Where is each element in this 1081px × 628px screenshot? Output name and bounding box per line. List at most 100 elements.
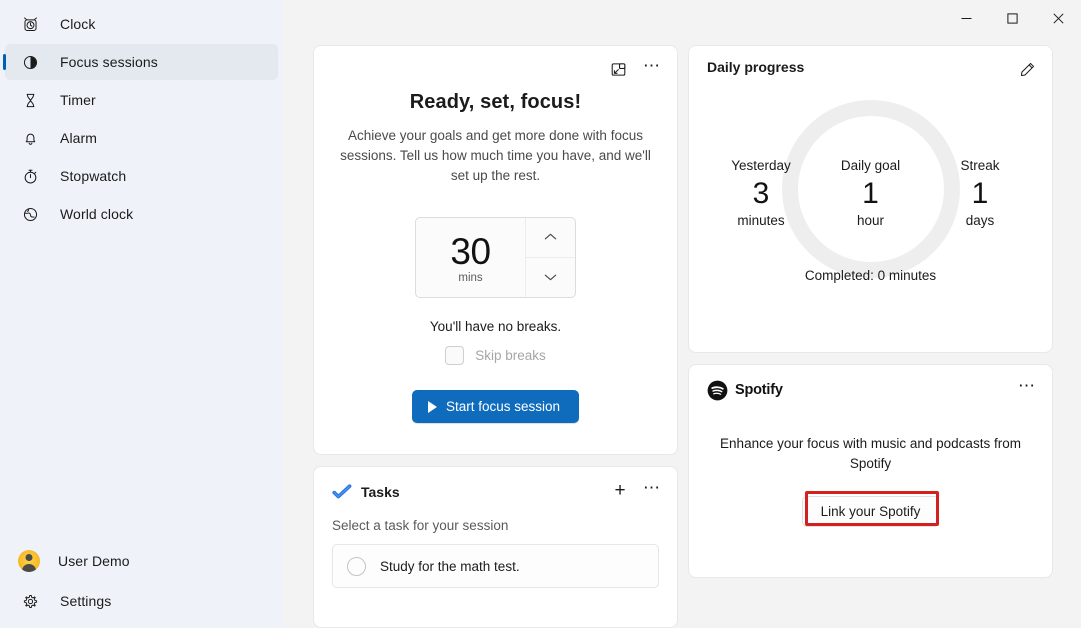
sidebar-item-label: Alarm (60, 131, 97, 145)
tasks-more-options-button[interactable]: ⋯ (637, 477, 667, 505)
focus-duration-stepper[interactable]: 30 mins (415, 217, 576, 298)
stat-value: 1 (926, 175, 1034, 213)
spotify-link-button-wrap: Link your Spotify (707, 496, 1034, 527)
focus-card-actions: ⋯ (603, 55, 667, 83)
duration-unit: mins (458, 272, 482, 284)
stat-label: Streak (926, 158, 1034, 173)
main-content: ⋯ Ready, set, focus! Achieve your goals … (283, 0, 1081, 628)
sidebar-user-label: User Demo (58, 554, 130, 568)
skip-breaks-label: Skip breaks (475, 348, 546, 363)
list-item[interactable]: Study for the math test. (332, 544, 659, 588)
stat-yesterday: Yesterday 3 minutes (707, 158, 815, 228)
close-icon (1053, 13, 1064, 24)
minimize-icon (961, 13, 972, 24)
hourglass-icon (22, 92, 39, 109)
focus-sessions-icon (22, 54, 39, 71)
sidebar-item-settings[interactable]: Settings (5, 583, 278, 619)
maximize-icon (1007, 13, 1018, 24)
sidebar-nav-list: Clock Focus sessions (0, 4, 283, 234)
close-button[interactable] (1035, 0, 1081, 37)
more-icon: ⋯ (643, 483, 661, 500)
sidebar-item-label: Clock (60, 17, 96, 31)
sidebar-bottom-section: User Demo Settings (0, 539, 283, 628)
sidebar-spacer (0, 234, 283, 539)
plus-icon: + (614, 482, 625, 500)
tasks-header: Tasks + ⋯ (332, 479, 659, 505)
stat-streak: Streak 1 days (926, 158, 1034, 228)
spotify-brand-label: Spotify (735, 382, 783, 398)
sidebar-item-alarm[interactable]: Alarm (5, 120, 278, 156)
daily-progress-title: Daily progress (707, 59, 1034, 75)
alarm-clock-icon (22, 16, 39, 33)
task-complete-circle-icon[interactable] (347, 557, 366, 576)
sidebar-item-label: Focus sessions (60, 55, 158, 69)
skip-breaks-checkbox[interactable] (445, 346, 464, 365)
add-task-button[interactable]: + (605, 477, 635, 505)
completed-status-text: Completed: 0 minutes (707, 268, 1034, 283)
daily-progress-card: Daily progress Yesterday 3 minutes (688, 45, 1053, 353)
stat-label: Daily goal (817, 158, 925, 173)
spotify-more-options-button[interactable]: ⋯ (1012, 375, 1042, 403)
gear-icon (22, 593, 39, 610)
tasks-card: Tasks + ⋯ Select a task for your session… (313, 466, 678, 628)
stepper-buttons (525, 218, 575, 297)
tasks-title: Tasks (361, 484, 400, 500)
stat-daily-goal: Daily goal 1 hour (817, 158, 925, 228)
navigation-sidebar: Clock Focus sessions (0, 0, 283, 628)
spotify-logo-icon (707, 380, 728, 401)
focus-card-more-options-button[interactable]: ⋯ (637, 55, 667, 83)
duration-increase-button[interactable] (526, 218, 575, 258)
spotify-card: Spotify ⋯ Enhance your focus with music … (688, 364, 1053, 578)
sidebar-item-clock[interactable]: Clock (5, 6, 278, 42)
spotify-description: Enhance your focus with music and podcas… (707, 434, 1034, 474)
stopwatch-icon (22, 168, 39, 185)
stat-value: 3 (707, 175, 815, 213)
sidebar-item-label: Stopwatch (60, 169, 126, 183)
focus-description: Achieve your goals and get more done wit… (336, 126, 655, 186)
link-your-spotify-button[interactable]: Link your Spotify (802, 496, 940, 527)
sidebar-item-user-account[interactable]: User Demo (5, 541, 278, 581)
progress-ring-area: Yesterday 3 minutes Daily goal 1 hour St… (707, 80, 1034, 305)
left-column: ⋯ Ready, set, focus! Achieve your goals … (313, 45, 678, 628)
sidebar-item-label: Timer (60, 93, 96, 107)
globe-icon (22, 206, 39, 223)
window-controls (943, 0, 1081, 37)
focus-session-card: ⋯ Ready, set, focus! Achieve your goals … (313, 45, 678, 455)
duration-value-area: 30 mins (416, 218, 525, 297)
minimize-button[interactable] (943, 0, 989, 37)
duration-value: 30 (450, 233, 490, 271)
breaks-status-text: You'll have no breaks. (430, 319, 561, 334)
stat-value: 1 (817, 175, 925, 213)
sidebar-item-timer[interactable]: Timer (5, 82, 278, 118)
maximize-button[interactable] (989, 0, 1035, 37)
sidebar-item-stopwatch[interactable]: Stopwatch (5, 158, 278, 194)
spotify-header: Spotify ⋯ (707, 378, 1034, 402)
bell-icon (22, 130, 39, 147)
sidebar-settings-label: Settings (60, 594, 111, 608)
more-icon: ⋯ (1018, 381, 1036, 398)
sidebar-item-world-clock[interactable]: World clock (5, 196, 278, 232)
start-focus-session-label: Start focus session (446, 399, 560, 414)
start-focus-session-button[interactable]: Start focus session (412, 390, 579, 423)
stat-unit: minutes (707, 213, 815, 228)
sidebar-item-focus-sessions[interactable]: Focus sessions (5, 44, 278, 80)
microsoft-todo-check-icon (332, 482, 352, 502)
page-title: Ready, set, focus! (410, 91, 581, 114)
stat-unit: hour (817, 213, 925, 228)
clock-app-window: Clock Focus sessions (0, 0, 1081, 628)
spotify-header-actions: ⋯ (1012, 375, 1042, 403)
avatar (20, 550, 37, 572)
sidebar-item-label: World clock (60, 207, 133, 221)
more-icon: ⋯ (643, 61, 661, 78)
stat-unit: days (926, 213, 1034, 228)
duration-decrease-button[interactable] (526, 258, 575, 298)
task-label: Study for the math test. (380, 559, 520, 574)
tasks-subtitle: Select a task for your session (332, 518, 659, 533)
skip-breaks-row[interactable]: Skip breaks (445, 346, 546, 365)
right-column: Daily progress Yesterday 3 minutes (688, 45, 1053, 628)
progress-stats: Yesterday 3 minutes Daily goal 1 hour St… (707, 158, 1034, 228)
compact-overlay-icon[interactable] (603, 55, 633, 83)
stat-label: Yesterday (707, 158, 815, 173)
tasks-header-actions: + ⋯ (605, 477, 667, 505)
edit-daily-goal-button[interactable] (1012, 55, 1042, 83)
